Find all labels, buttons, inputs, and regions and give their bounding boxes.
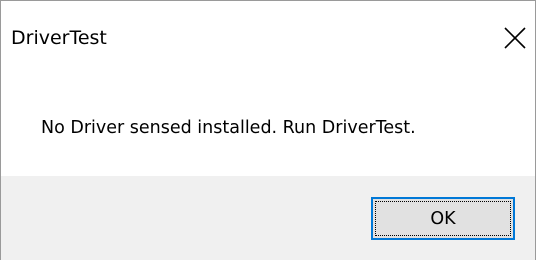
ok-button-label: OK — [375, 201, 511, 236]
window-title: DriverTest — [11, 27, 107, 49]
window-top-border — [0, 0, 536, 1]
ok-button[interactable]: OK — [371, 197, 515, 240]
close-button[interactable] — [502, 25, 528, 51]
title-bar[interactable]: DriverTest — [1, 0, 535, 78]
dialog-message: No Driver sensed installed. Run DriverTe… — [41, 118, 416, 138]
dialog-window: DriverTest No Driver sensed installed. R… — [0, 0, 536, 260]
message-area: No Driver sensed installed. Run DriverTe… — [1, 78, 535, 176]
close-icon — [504, 27, 526, 49]
button-bar: OK — [1, 176, 535, 260]
